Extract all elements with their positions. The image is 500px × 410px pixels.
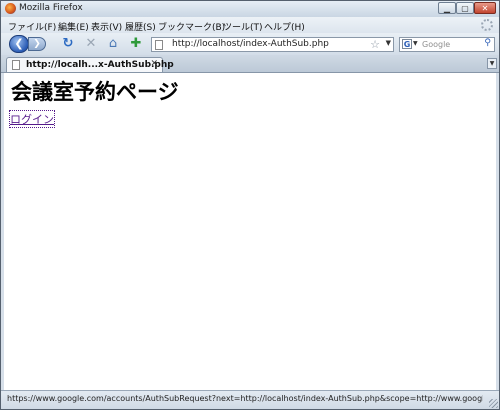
menu-bookmarks[interactable]: ブックマーク(B) bbox=[158, 20, 225, 33]
forward-button[interactable]: ❯ bbox=[28, 37, 46, 51]
firefox-icon bbox=[5, 3, 16, 14]
window-title: Mozilla Firefox bbox=[19, 3, 83, 13]
status-bar: https://www.google.com/accounts/AuthSubR… bbox=[1, 390, 499, 409]
menu-help[interactable]: ヘルプ(H) bbox=[264, 20, 305, 33]
resize-grip-icon[interactable] bbox=[489, 399, 498, 408]
menu-edit[interactable]: 編集(E) bbox=[58, 20, 89, 33]
title-bar[interactable]: Mozilla Firefox ▁ ▢ ✕ bbox=[1, 1, 499, 17]
tab-bar: http://localh...x-AuthSub.php ✕ ▼ bbox=[1, 55, 499, 73]
bookmark-star-icon[interactable]: ☆ bbox=[370, 38, 380, 51]
url-history-dropdown-icon[interactable]: ▼ bbox=[386, 39, 391, 47]
menu-tools[interactable]: ツール(T) bbox=[223, 20, 263, 33]
stop-icon[interactable]: ✕ bbox=[83, 36, 99, 52]
google-icon[interactable]: G bbox=[402, 39, 412, 49]
page-content: 会議室予約ページ ログイン bbox=[4, 73, 496, 390]
activity-throbber-icon bbox=[481, 19, 493, 31]
reload-icon[interactable]: ↻ bbox=[60, 36, 76, 52]
tab-page-icon bbox=[12, 60, 20, 70]
navigation-toolbar: ❮ ❯ ↻ ✕ ⌂ ✚ http://localhost/index-AuthS… bbox=[1, 33, 499, 55]
add-bookmark-icon[interactable]: ✚ bbox=[128, 36, 144, 52]
menu-history[interactable]: 履歴(S) bbox=[125, 20, 156, 33]
forward-arrow-icon: ❯ bbox=[33, 39, 41, 49]
search-bar[interactable]: G ▼ ⚲ bbox=[399, 37, 495, 52]
tab-list-button[interactable]: ▼ bbox=[487, 58, 497, 69]
search-icon[interactable]: ⚲ bbox=[484, 38, 491, 48]
browser-window: Mozilla Firefox ▁ ▢ ✕ ファイル(F) 編集(E) 表示(V… bbox=[0, 0, 500, 410]
close-window-button[interactable]: ✕ bbox=[474, 2, 496, 14]
home-icon[interactable]: ⌂ bbox=[105, 36, 121, 52]
page-icon bbox=[155, 40, 163, 50]
menu-view[interactable]: 表示(V) bbox=[91, 20, 122, 33]
back-arrow-icon: ❮ bbox=[14, 37, 24, 50]
address-bar[interactable]: http://localhost/index-AuthSub.php ☆ ▼ bbox=[151, 37, 394, 52]
menu-bar: ファイル(F) 編集(E) 表示(V) 履歴(S) ブックマーク(B) ツール(… bbox=[1, 17, 499, 33]
search-input[interactable] bbox=[422, 39, 480, 50]
url-text[interactable]: http://localhost/index-AuthSub.php bbox=[172, 39, 329, 49]
tab-active[interactable]: http://localh...x-AuthSub.php ✕ bbox=[6, 57, 174, 72]
search-engine-dropdown-icon[interactable]: ▼ bbox=[413, 40, 418, 47]
page-heading: 会議室予約ページ bbox=[11, 80, 179, 104]
tab-close-icon[interactable]: ✕ bbox=[150, 59, 158, 69]
menu-file[interactable]: ファイル(F) bbox=[8, 20, 56, 33]
maximize-button[interactable]: ▢ bbox=[456, 2, 474, 14]
minimize-button[interactable]: ▁ bbox=[438, 2, 456, 14]
back-button[interactable]: ❮ bbox=[9, 35, 29, 53]
login-link[interactable]: ログイン bbox=[9, 110, 55, 128]
status-text: https://www.google.com/accounts/AuthSubR… bbox=[7, 394, 483, 403]
